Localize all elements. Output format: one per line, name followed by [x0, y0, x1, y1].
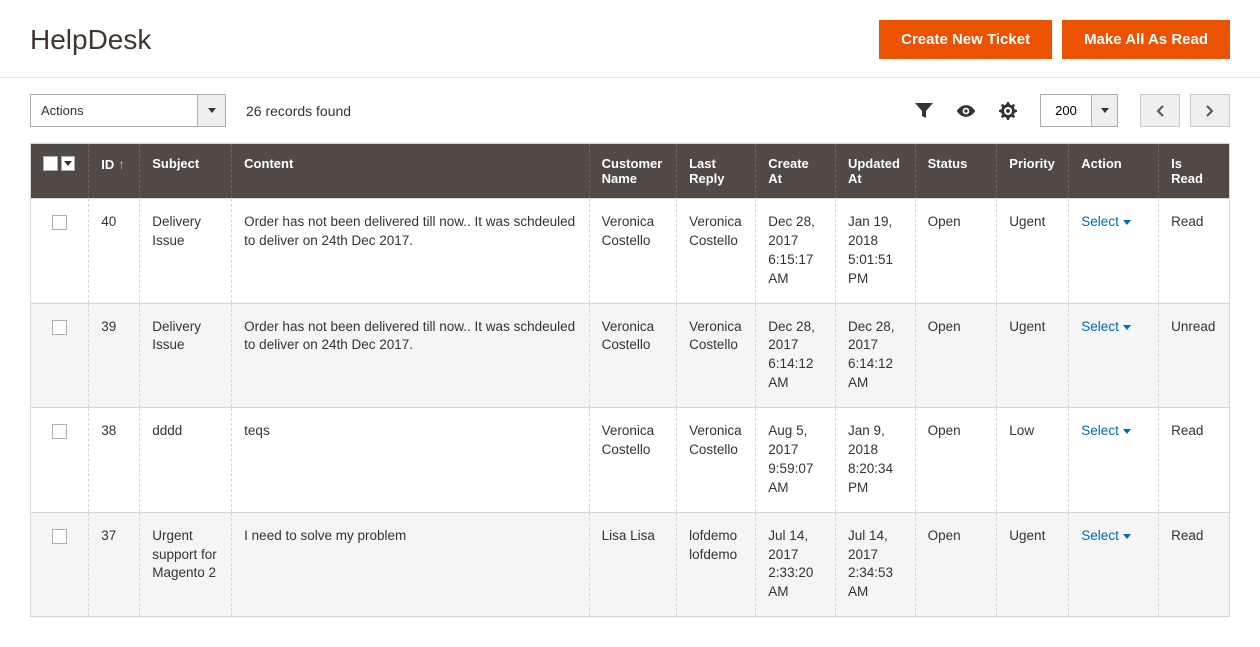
- cell-id: 40: [89, 199, 140, 304]
- visibility-icon[interactable]: [956, 101, 976, 121]
- cell-subject: Delivery Issue: [140, 199, 232, 304]
- filter-icon[interactable]: [914, 101, 934, 121]
- per-page-selector[interactable]: [1040, 94, 1118, 127]
- column-header-last-reply[interactable]: Last Reply: [677, 144, 756, 199]
- cell-status: Open: [915, 408, 997, 513]
- row-action-select[interactable]: Select: [1081, 527, 1131, 546]
- column-header-action[interactable]: Action: [1069, 144, 1159, 199]
- create-new-ticket-button[interactable]: Create New Ticket: [879, 20, 1052, 59]
- toolbar: 26 records found: [30, 78, 1230, 143]
- actions-dropdown[interactable]: [30, 94, 226, 127]
- sort-asc-icon: ↑: [118, 156, 125, 172]
- make-all-as-read-button[interactable]: Make All As Read: [1062, 20, 1230, 59]
- cell-updated-at: Dec 28, 2017 6:14:12 AM: [835, 303, 915, 408]
- actions-dropdown-input[interactable]: [30, 94, 198, 127]
- row-checkbox[interactable]: [52, 320, 67, 335]
- select-all-checkbox[interactable]: [43, 156, 58, 171]
- column-header-checkbox[interactable]: [31, 144, 89, 199]
- column-header-status[interactable]: Status: [915, 144, 997, 199]
- cell-priority: Low: [997, 408, 1069, 513]
- caret-down-icon: [1101, 108, 1109, 113]
- cell-id: 38: [89, 408, 140, 513]
- tickets-table: ID↑ Subject Content Customer Name Last R…: [30, 143, 1230, 617]
- cell-customer-name: Veronica Costello: [589, 303, 677, 408]
- row-checkbox[interactable]: [52, 424, 67, 439]
- cell-last-reply: lofdemo lofdemo: [677, 512, 756, 617]
- chevron-left-icon: [1156, 105, 1164, 117]
- table-row[interactable]: 37Urgent support for Magento 2I need to …: [31, 512, 1230, 617]
- column-header-customer-name[interactable]: Customer Name: [589, 144, 677, 199]
- cell-status: Open: [915, 199, 997, 304]
- cell-create-at: Aug 5, 2017 9:59:07 AM: [756, 408, 836, 513]
- table-row[interactable]: 39Delivery IssueOrder has not been deliv…: [31, 303, 1230, 408]
- column-header-is-read[interactable]: Is Read: [1159, 144, 1230, 199]
- page-header: HelpDesk Create New Ticket Make All As R…: [30, 0, 1230, 77]
- cell-last-reply: Veronica Costello: [677, 303, 756, 408]
- select-all-toggle[interactable]: [61, 156, 75, 171]
- page-title: HelpDesk: [30, 24, 879, 56]
- cell-is-read: Read: [1159, 199, 1230, 304]
- cell-last-reply: Veronica Costello: [677, 408, 756, 513]
- next-page-button[interactable]: [1190, 94, 1230, 127]
- prev-page-button[interactable]: [1140, 94, 1180, 127]
- row-action-select[interactable]: Select: [1081, 422, 1131, 441]
- cell-is-read: Read: [1159, 408, 1230, 513]
- row-action-select[interactable]: Select: [1081, 213, 1131, 232]
- caret-down-icon: [1123, 534, 1131, 539]
- cell-updated-at: Jul 14, 2017 2:34:53 AM: [835, 512, 915, 617]
- cell-customer-name: Lisa Lisa: [589, 512, 677, 617]
- column-header-create-at[interactable]: Create At: [756, 144, 836, 199]
- cell-id: 39: [89, 303, 140, 408]
- column-header-subject[interactable]: Subject: [140, 144, 232, 199]
- column-header-priority[interactable]: Priority: [997, 144, 1069, 199]
- table-row[interactable]: 40Delivery IssueOrder has not been deliv…: [31, 199, 1230, 304]
- cell-subject: Urgent support for Magento 2: [140, 512, 232, 617]
- caret-down-icon: [1123, 429, 1131, 434]
- column-header-updated-at[interactable]: Updated At: [835, 144, 915, 199]
- row-action-select[interactable]: Select: [1081, 318, 1131, 337]
- cell-status: Open: [915, 512, 997, 617]
- settings-gear-icon[interactable]: [998, 101, 1018, 121]
- cell-subject: dddd: [140, 408, 232, 513]
- cell-priority: Ugent: [997, 199, 1069, 304]
- cell-create-at: Dec 28, 2017 6:14:12 AM: [756, 303, 836, 408]
- cell-priority: Ugent: [997, 303, 1069, 408]
- cell-content: Order has not been delivered till now.. …: [232, 199, 589, 304]
- cell-updated-at: Jan 19, 2018 5:01:51 PM: [835, 199, 915, 304]
- cell-updated-at: Jan 9, 2018 8:20:34 PM: [835, 408, 915, 513]
- chevron-right-icon: [1206, 105, 1214, 117]
- caret-down-icon: [1123, 325, 1131, 330]
- cell-content: I need to solve my problem: [232, 512, 589, 617]
- cell-create-at: Jul 14, 2017 2:33:20 AM: [756, 512, 836, 617]
- cell-is-read: Unread: [1159, 303, 1230, 408]
- cell-priority: Ugent: [997, 512, 1069, 617]
- cell-customer-name: Veronica Costello: [589, 408, 677, 513]
- cell-content: teqs: [232, 408, 589, 513]
- cell-create-at: Dec 28, 2017 6:15:17 AM: [756, 199, 836, 304]
- caret-down-icon: [208, 108, 216, 113]
- row-checkbox[interactable]: [52, 529, 67, 544]
- column-header-id[interactable]: ID↑: [89, 144, 140, 199]
- cell-last-reply: Veronica Costello: [677, 199, 756, 304]
- cell-content: Order has not been delivered till now.. …: [232, 303, 589, 408]
- records-found-label: 26 records found: [246, 103, 351, 119]
- per-page-toggle[interactable]: [1092, 94, 1118, 127]
- caret-down-icon: [1123, 220, 1131, 225]
- table-row[interactable]: 38ddddteqsVeronica CostelloVeronica Cost…: [31, 408, 1230, 513]
- cell-subject: Delivery Issue: [140, 303, 232, 408]
- actions-dropdown-toggle[interactable]: [198, 94, 226, 127]
- per-page-input[interactable]: [1040, 94, 1092, 127]
- cell-is-read: Read: [1159, 512, 1230, 617]
- cell-id: 37: [89, 512, 140, 617]
- cell-status: Open: [915, 303, 997, 408]
- cell-customer-name: Veronica Costello: [589, 199, 677, 304]
- row-checkbox[interactable]: [52, 215, 67, 230]
- column-header-content[interactable]: Content: [232, 144, 589, 199]
- caret-down-icon: [64, 161, 72, 166]
